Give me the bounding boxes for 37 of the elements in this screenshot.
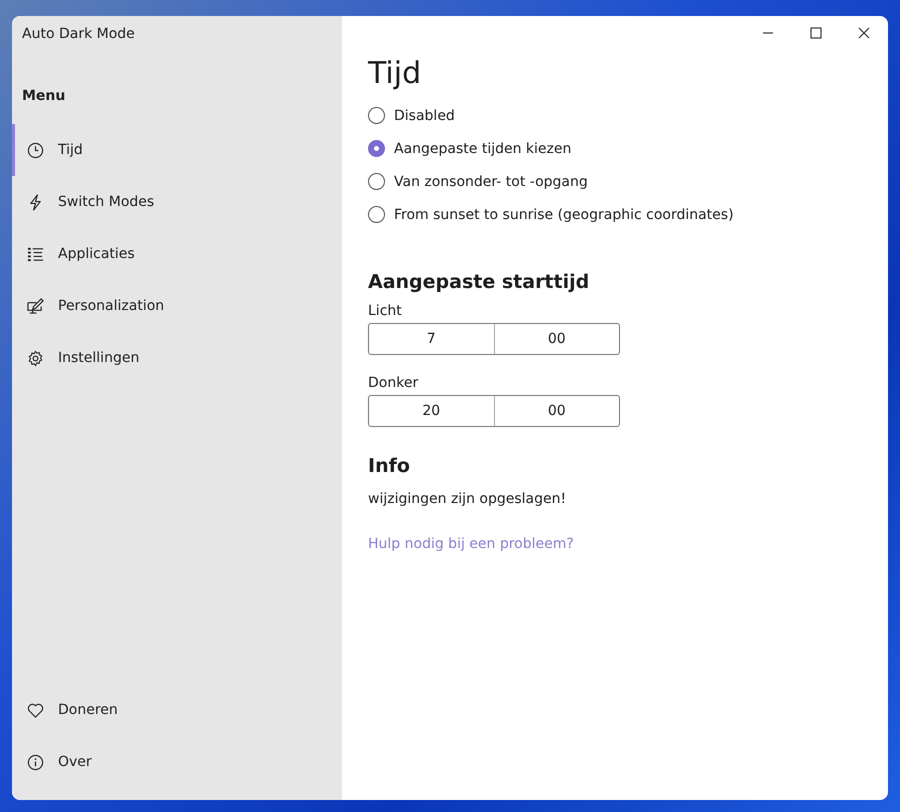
settings-icon — [27, 350, 44, 366]
radio-button[interactable] — [368, 107, 385, 124]
status-message: wijzigingen zijn opgeslagen! — [368, 491, 568, 507]
field-label: Licht — [368, 303, 403, 319]
radio-button[interactable] — [368, 140, 385, 157]
window-title: Auto Dark Mode — [21, 25, 136, 44]
minute-value[interactable]: 00 — [494, 324, 619, 354]
radio-option[interactable]: Disabled — [368, 107, 862, 124]
maximize-icon — [810, 27, 822, 39]
menu-item[interactable]: Over — [12, 736, 342, 788]
menu-item[interactable]: Tijd — [12, 124, 342, 176]
hour-value[interactable]: 20 — [369, 396, 494, 426]
radio-option[interactable]: From sunset to sunrise (geographic coordinates) — [368, 206, 862, 223]
field-label: Donker — [368, 375, 420, 391]
menu-item[interactable]: Doneren — [12, 684, 342, 736]
menu-item[interactable]: Switch Modes — [12, 176, 342, 228]
hour-value[interactable]: 7 — [369, 324, 494, 354]
radio-button[interactable] — [368, 173, 385, 190]
close-icon — [858, 27, 870, 39]
menu-item[interactable]: Applicaties — [12, 228, 342, 280]
section-heading: Aangepaste starttijd — [368, 271, 590, 293]
radio-option[interactable]: Aangepaste tijden kiezen — [368, 140, 862, 157]
menu-item[interactable]: Instellingen — [12, 332, 342, 384]
page-title: Tijd — [368, 56, 422, 91]
radio-button[interactable] — [368, 206, 385, 223]
clock-icon — [27, 142, 44, 158]
info-icon — [27, 754, 44, 770]
list-icon — [27, 246, 44, 262]
menu-heading: Menu — [21, 87, 66, 106]
pen-monitor-icon — [27, 298, 44, 314]
section-heading: Info — [368, 455, 411, 477]
minute-value[interactable]: 00 — [494, 396, 619, 426]
time-picker[interactable]: 20 00 — [368, 395, 620, 427]
heart-icon — [27, 702, 44, 718]
radio-option[interactable]: Van zonsonder- tot -opgang — [368, 173, 862, 190]
time-picker[interactable]: 7 00 — [368, 323, 620, 355]
menu-item[interactable]: Personalization — [12, 280, 342, 332]
